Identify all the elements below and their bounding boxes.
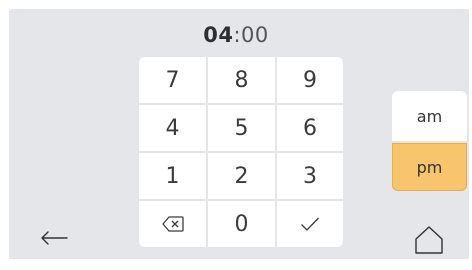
key-6[interactable]: 6 — [277, 105, 343, 151]
time-hours: 04 — [203, 23, 234, 47]
key-0[interactable]: 0 — [208, 201, 275, 247]
key-1[interactable]: 1 — [139, 153, 206, 199]
pm-button[interactable]: pm — [392, 143, 467, 191]
key-3[interactable]: 3 — [277, 153, 343, 199]
numeric-keypad: 7 8 9 4 5 6 1 2 3 0 — [139, 57, 343, 247]
time-minutes: 00 — [241, 23, 269, 47]
key-9[interactable]: 9 — [277, 57, 343, 103]
am-button[interactable]: am — [392, 91, 467, 141]
key-5[interactable]: 5 — [208, 105, 275, 151]
check-icon — [301, 217, 319, 231]
back-button[interactable] — [34, 224, 74, 252]
time-display: 04:00 — [0, 22, 472, 48]
key-8[interactable]: 8 — [208, 57, 275, 103]
key-2[interactable]: 2 — [208, 153, 275, 199]
key-4[interactable]: 4 — [139, 105, 206, 151]
backspace-icon — [161, 216, 184, 232]
arrow-left-icon — [41, 231, 68, 245]
home-button[interactable] — [411, 222, 447, 258]
key-7[interactable]: 7 — [139, 57, 206, 103]
home-icon — [415, 226, 443, 254]
confirm-button[interactable] — [277, 201, 343, 247]
backspace-button[interactable] — [139, 201, 206, 247]
time-separator: : — [233, 23, 242, 47]
